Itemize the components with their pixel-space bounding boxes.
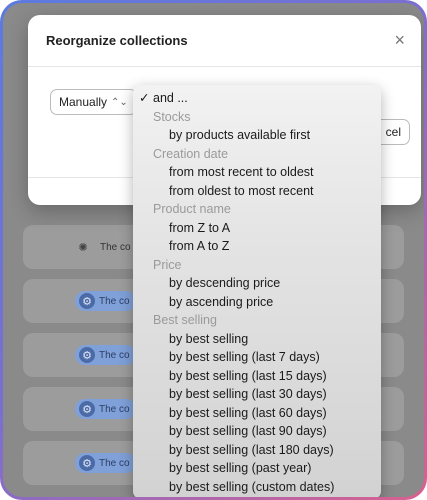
sort-mode-select[interactable]: Manually ⌃⌄ [50, 89, 137, 115]
menu-item[interactable]: by best selling (last 90 days) [133, 422, 381, 441]
gear-icon: ⚙ [79, 455, 95, 471]
sort-options-menu: ✓ and ... Stocks by products available fi… [133, 85, 381, 497]
list-item-text: The co [99, 295, 130, 307]
list-item-label: The co [100, 241, 131, 253]
menu-item[interactable]: from A to Z [133, 237, 381, 256]
menu-item[interactable]: by products available first [133, 126, 381, 145]
window-frame: ✺ The co ⚙The co ng ⚙The co ng ⚙The co n… [0, 0, 427, 500]
menu-item-selected[interactable]: ✓ and ... [133, 89, 381, 108]
menu-item[interactable]: by best selling [133, 330, 381, 349]
sparkle-icon: ✺ [78, 241, 88, 254]
menu-group-stocks: Stocks [153, 109, 191, 124]
menu-item[interactable]: by best selling (last 7 days) [133, 348, 381, 367]
close-icon[interactable]: × [394, 30, 405, 51]
screen: ✺ The co ⚙The co ng ⚙The co ng ⚙The co n… [3, 3, 424, 497]
gear-icon: ⚙ [79, 293, 95, 309]
checkmark-icon: ✓ [139, 91, 150, 105]
menu-item[interactable]: by descending price [133, 274, 381, 293]
menu-item[interactable]: from most recent to oldest [133, 163, 381, 182]
menu-item[interactable]: by best selling (last 60 days) [133, 404, 381, 423]
list-item-label: ⚙ The co [75, 291, 136, 311]
chevron-updown-icon: ⌃⌄ [111, 96, 128, 108]
menu-item[interactable]: by best selling (last 15 days) [133, 367, 381, 386]
menu-item[interactable]: by ascending price [133, 293, 381, 312]
list-item-text: The co [99, 457, 130, 469]
menu-group-product-name: Product name [153, 202, 231, 216]
gear-icon: ⚙ [79, 347, 95, 363]
list-item-label: ⚙ The co [75, 345, 136, 365]
modal-header: Reorganize collections × [28, 15, 421, 67]
list-item-text: The co [99, 403, 130, 415]
modal-title: Reorganize collections [46, 33, 188, 48]
sort-mode-label: Manually [59, 95, 108, 109]
list-item-text: The co [99, 349, 130, 361]
menu-item[interactable]: by best selling (past year) [133, 459, 381, 478]
menu-group-best-selling: Best selling [153, 313, 217, 327]
menu-group-price: Price [153, 257, 182, 272]
gear-icon: ⚙ [79, 401, 95, 417]
menu-item[interactable]: from oldest to most recent [133, 182, 381, 201]
menu-item[interactable]: by best selling (last 30 days) [133, 385, 381, 404]
list-item-label: ⚙ The co [75, 399, 136, 419]
menu-item[interactable]: by best selling (last 180 days) [133, 441, 381, 460]
list-item-label: ⚙ The co [75, 453, 136, 473]
menu-item-label: and ... [153, 91, 188, 105]
menu-item[interactable]: from Z to A [133, 219, 381, 238]
menu-group-creation-date: Creation date [153, 146, 229, 161]
menu-item[interactable]: by best selling (custom dates) [133, 478, 381, 497]
